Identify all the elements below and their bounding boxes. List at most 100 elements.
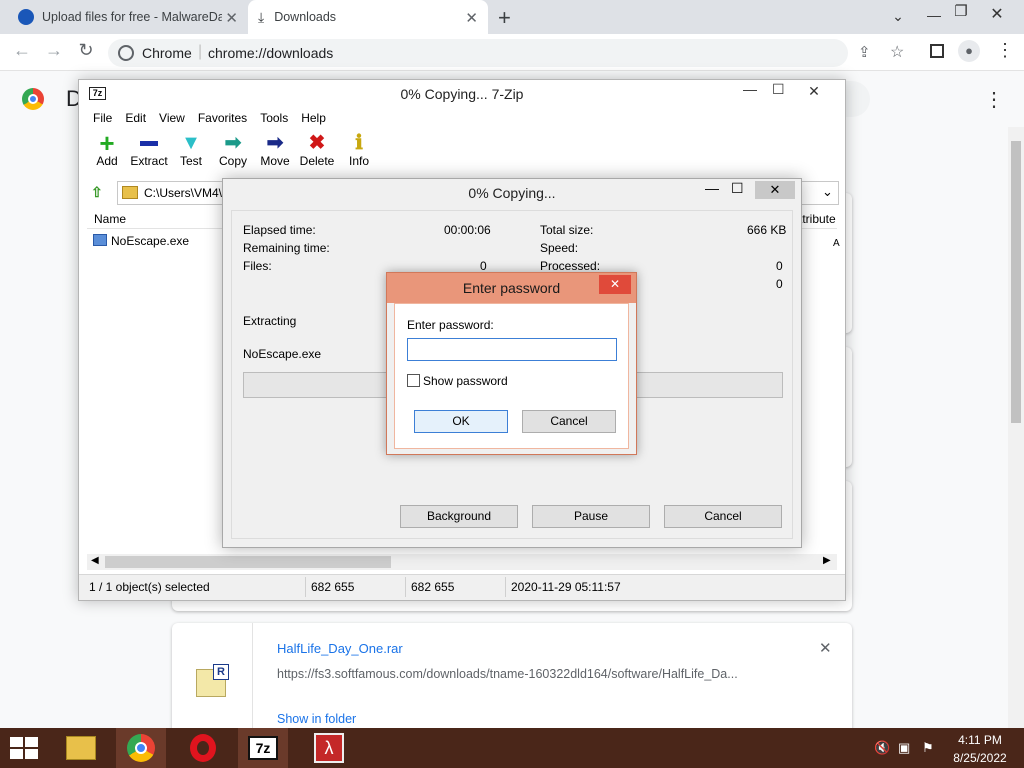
move-button[interactable]: ➡ Move: [255, 132, 295, 168]
menu-bar: File Edit View Favorites Tools Help: [79, 107, 845, 129]
maximize-button[interactable]: ☐: [731, 180, 744, 197]
dialog-titlebar: Enter password ✕: [387, 273, 636, 303]
delete-button[interactable]: ✖ Delete: [297, 132, 337, 168]
menu-favorites[interactable]: Favorites: [198, 107, 247, 129]
action-center-icon[interactable]: ⚑: [922, 740, 934, 756]
divider: [505, 577, 506, 597]
opera-icon[interactable]: [178, 728, 228, 768]
back-arrow-icon[interactable]: ←: [10, 40, 34, 61]
halflife-icon[interactable]: λ: [304, 728, 354, 768]
horizontal-scrollbar[interactable]: ◀ ▶: [87, 554, 837, 570]
remaining-label: Remaining time:: [243, 241, 330, 255]
network-icon[interactable]: ▣: [898, 740, 910, 756]
menu-edit[interactable]: Edit: [125, 107, 146, 129]
close-dialog-button[interactable]: ✕: [599, 275, 631, 294]
close-window-button[interactable]: ✕: [787, 80, 841, 102]
reload-icon[interactable]: ↻: [74, 40, 98, 61]
operation-label: Extracting: [243, 314, 297, 328]
test-button[interactable]: ▼ Test: [171, 132, 211, 168]
restore-button[interactable]: ❐: [951, 2, 971, 20]
status-packed: 682 655: [411, 580, 455, 594]
extract-button[interactable]: Extract: [129, 132, 169, 168]
tab-malwaredatabase[interactable]: Upload files for free - MalwareDa ✕: [8, 0, 248, 34]
chrome-menu-icon[interactable]: ⋮: [996, 40, 1014, 61]
status-bar: 1 / 1 object(s) selected 682 655 682 655…: [79, 574, 845, 600]
close-dialog-button[interactable]: ✕: [755, 181, 795, 199]
volume-muted-icon[interactable]: 🔇: [874, 740, 890, 756]
download-filename[interactable]: HalfLife_Day_One.rar: [277, 641, 403, 656]
site-label: Chrome: [142, 45, 192, 61]
minimize-button[interactable]: —: [924, 7, 944, 23]
profile-avatar-icon[interactable]: ●: [958, 40, 980, 62]
column-attributes[interactable]: ttribute: [799, 212, 836, 226]
password-field[interactable]: [407, 338, 617, 361]
address-bar[interactable]: Chrome | chrome://downloads ⇪ ☆: [108, 39, 904, 67]
side-panel-icon[interactable]: [930, 44, 944, 58]
download-url[interactable]: https://fs3.softfamous.com/downloads/tna…: [277, 667, 738, 681]
download-icon: ⤓: [258, 8, 265, 25]
divider: [252, 623, 253, 743]
scroll-thumb[interactable]: [105, 556, 391, 568]
tab-search-icon[interactable]: ⌄: [888, 8, 908, 25]
close-window-button[interactable]: ✕: [987, 4, 1007, 24]
scroll-right-icon[interactable]: ▶: [823, 555, 831, 566]
info-button[interactable]: ℹ Info: [339, 132, 379, 168]
menu-help[interactable]: Help: [301, 107, 326, 129]
up-folder-icon[interactable]: ⇧: [91, 184, 103, 201]
clock-date[interactable]: 8/25/2022: [948, 751, 1012, 765]
total-size-label: Total size:: [540, 223, 594, 237]
scroll-left-icon[interactable]: ◀: [91, 555, 99, 566]
file-row[interactable]: NoEscape.exe: [111, 234, 189, 248]
files-label: Files:: [243, 259, 272, 273]
exe-file-icon: [93, 234, 107, 246]
forward-arrow-icon[interactable]: →: [42, 40, 66, 61]
share-icon[interactable]: ⇪: [858, 43, 871, 61]
show-password-checkbox[interactable]: [407, 374, 420, 387]
maximize-button[interactable]: ☐: [772, 81, 785, 98]
column-name[interactable]: Name: [94, 212, 126, 226]
enter-password-dialog: Enter password ✕ Enter password: Show pa…: [386, 272, 637, 455]
7zip-icon[interactable]: 7z: [238, 728, 288, 768]
divider: [305, 577, 306, 597]
minimize-button[interactable]: —: [743, 81, 757, 97]
cancel-button[interactable]: Cancel: [664, 505, 782, 528]
new-tab-button[interactable]: +: [498, 5, 511, 31]
chrome-icon[interactable]: [116, 728, 166, 768]
attribute-cell: A: [833, 238, 840, 249]
page-scrollbar[interactable]: [1008, 127, 1024, 730]
remove-download-icon[interactable]: ✕: [819, 639, 832, 657]
divider: [405, 577, 406, 597]
chevron-down-icon[interactable]: ⌄: [822, 184, 833, 200]
page-menu-icon[interactable]: ⋮: [984, 87, 1004, 112]
close-tab-icon[interactable]: ✕: [465, 9, 478, 27]
copy-button[interactable]: ➡ Copy: [213, 132, 253, 168]
star-icon[interactable]: ☆: [890, 42, 904, 62]
file-explorer-icon[interactable]: [56, 728, 106, 768]
status-selected: 1 / 1 object(s) selected: [89, 580, 210, 594]
close-tab-icon[interactable]: ✕: [225, 9, 238, 27]
menu-tools[interactable]: Tools: [260, 107, 288, 129]
tab-downloads[interactable]: ⤓ Downloads ✕: [248, 0, 488, 34]
elapsed-label: Elapsed time:: [243, 223, 316, 237]
cloud-upload-icon: [18, 9, 34, 25]
path-text: C:\Users\VM4\: [144, 186, 223, 200]
tab-title: Upload files for free - MalwareDa: [42, 10, 222, 24]
compressed-value: 0: [776, 277, 783, 291]
elapsed-value: 00:00:06: [444, 223, 491, 237]
background-button[interactable]: Background: [400, 505, 518, 528]
minimize-button[interactable]: —: [705, 180, 719, 196]
plus-icon: +: [99, 128, 115, 158]
search-field-edge[interactable]: [846, 81, 870, 117]
cancel-button[interactable]: Cancel: [522, 410, 616, 433]
windows-start-icon[interactable]: [10, 737, 38, 759]
pause-button[interactable]: Pause: [532, 505, 650, 528]
divider: |: [198, 43, 203, 60]
add-button[interactable]: + Add: [87, 128, 127, 168]
menu-file[interactable]: File: [93, 107, 112, 129]
clock-time[interactable]: 4:11 PM: [948, 733, 1012, 747]
ok-button[interactable]: OK: [414, 410, 508, 433]
download-card: R HalfLife_Day_One.rar https://fs3.softf…: [172, 623, 852, 743]
menu-view[interactable]: View: [159, 107, 185, 129]
browser-tab-strip: Upload files for free - MalwareDa ✕ ⤓ Do…: [0, 0, 1024, 34]
show-in-folder-link[interactable]: Show in folder: [277, 712, 356, 726]
